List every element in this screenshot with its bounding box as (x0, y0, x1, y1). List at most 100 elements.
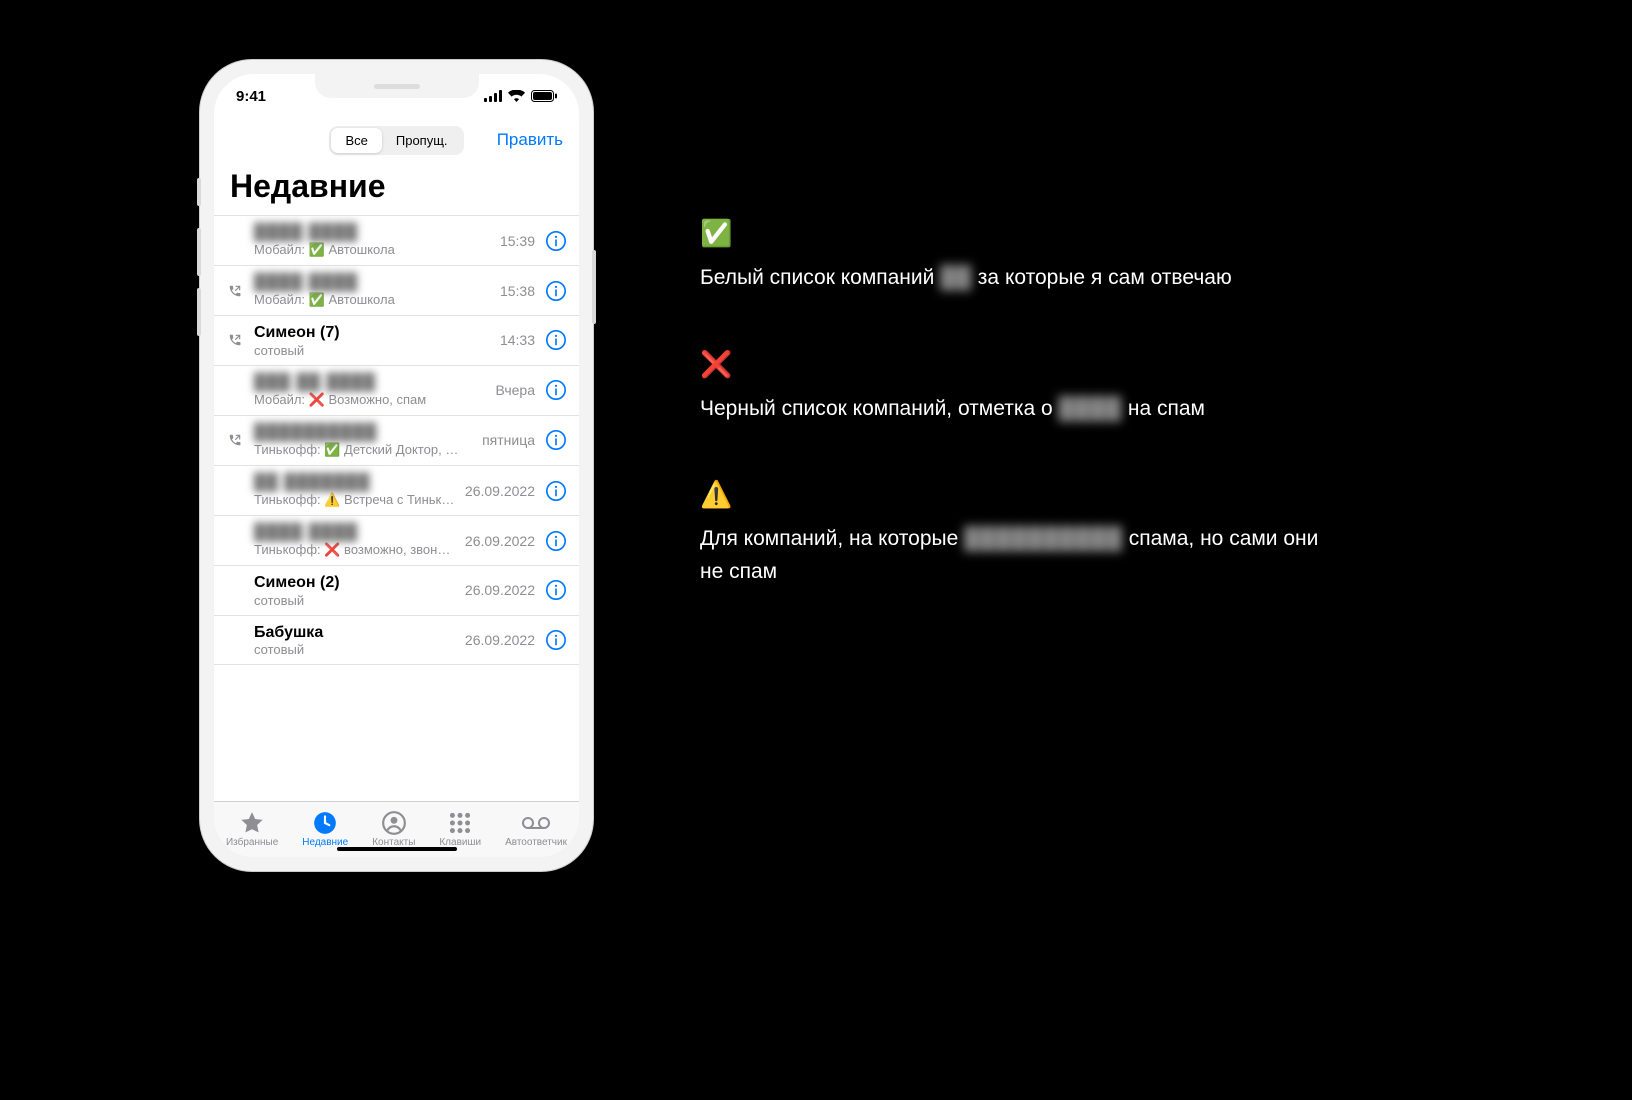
info-button[interactable] (545, 230, 567, 252)
call-name: Бабушка (254, 623, 455, 642)
call-row[interactable]: ████ ████Мобайл: ✅ Автошкола 15:38 (214, 266, 579, 316)
call-row[interactable]: Симеон (7)сотовый 14:33 (214, 316, 579, 365)
home-indicator[interactable] (337, 847, 457, 851)
call-row[interactable]: ██ ███████Тинькофф: ⚠️ Встреча с Тинько…… (214, 466, 579, 516)
clock-icon (312, 810, 338, 836)
phone-frame: 9:41 Все Пропущ. (200, 60, 593, 871)
mute-switch (197, 178, 201, 206)
call-subtitle: Тинькофф: ⚠️ Встреча с Тинько… (254, 492, 455, 508)
segment-missed[interactable]: Пропущ. (382, 128, 462, 153)
legend-item-bad: ❌ Черный список компаний, отметка о ████… (700, 351, 1320, 426)
call-text-column: ████ ████Тинькофф: ❌ возможно, звонят… (254, 523, 455, 558)
call-subtitle: Тинькофф: ✅ Детский Доктор, Мед… (254, 442, 464, 458)
info-button[interactable] (545, 329, 567, 351)
battery-icon (531, 90, 557, 102)
tab-label: Контакты (372, 837, 415, 848)
wifi-icon (508, 90, 525, 102)
call-name: ████ ████ (254, 273, 490, 292)
tab-label: Недавние (302, 837, 348, 848)
voicemail-icon (521, 810, 551, 836)
call-time: 26.09.2022 (465, 533, 535, 549)
check-icon: ✅ (700, 220, 1320, 246)
tab-label: Избранные (226, 837, 278, 848)
page-title: Недавние (214, 162, 579, 215)
call-subtitle: Тинькофф: ❌ возможно, звонят… (254, 542, 455, 558)
status-time: 9:41 (236, 88, 266, 105)
call-name: ████ ████ (254, 223, 490, 242)
tab-label: Клавиши (439, 837, 481, 848)
tab-keypad[interactable]: Клавиши (439, 810, 481, 848)
call-subtitle: Мобайл: ❌ Возможно, спам (254, 392, 464, 408)
call-text-column: Симеон (2)сотовый (254, 573, 455, 607)
call-name: ████ ████ (254, 523, 455, 542)
legend-text: Белый список компаний ██ за которые я са… (700, 262, 1320, 295)
call-row[interactable]: Симеон (2)сотовый 26.09.2022 (214, 566, 579, 615)
top-nav: Все Пропущ. Править (214, 118, 579, 162)
call-subtitle: сотовый (254, 343, 464, 358)
call-text-column: ██████████Тинькофф: ✅ Детский Доктор, Ме… (254, 423, 472, 458)
warning-icon: ⚠️ (700, 481, 1320, 507)
legend-item-ok: ✅ Белый список компаний ██ за которые я … (700, 220, 1320, 295)
legend: ✅ Белый список компаний ██ за которые я … (700, 220, 1320, 644)
call-row[interactable]: ██████████Тинькофф: ✅ Детский Доктор, Ме… (214, 416, 579, 466)
info-button[interactable] (545, 429, 567, 451)
call-row[interactable]: Бабушкасотовый 26.09.2022 (214, 616, 579, 665)
call-row[interactable]: ████ ████Тинькофф: ❌ возможно, звонят… 26… (214, 516, 579, 566)
volume-down-button (197, 288, 201, 336)
keypad-icon (447, 810, 473, 836)
call-text-column: ███ ██ ████Мобайл: ❌ Возможно, спам (254, 373, 485, 408)
tab-label: Автоответчик (505, 837, 567, 848)
notch (315, 74, 479, 98)
call-time: 26.09.2022 (465, 483, 535, 499)
tab-contacts[interactable]: Контакты (372, 810, 415, 848)
segment-all[interactable]: Все (331, 128, 381, 153)
call-time: 15:39 (500, 233, 535, 249)
info-button[interactable] (545, 379, 567, 401)
volume-up-button (197, 228, 201, 276)
tab-favorites[interactable]: Избранные (226, 810, 278, 848)
recent-calls-list[interactable]: ████ ████Мобайл: ✅ Автошкола15:39████ ██… (214, 215, 579, 801)
call-time: пятница (482, 432, 535, 448)
call-name: ██ ███████ (254, 473, 455, 492)
outgoing-call-icon (226, 284, 244, 298)
cross-icon: ❌ (700, 351, 1320, 377)
call-subtitle: Мобайл: ✅ Автошкола (254, 242, 464, 258)
info-button[interactable] (545, 530, 567, 552)
call-text-column: ████ ████Мобайл: ✅ Автошкола (254, 273, 490, 308)
legend-text: Для компаний, на которые ██████████ спам… (700, 523, 1320, 588)
info-button[interactable] (545, 579, 567, 601)
call-row[interactable]: ████ ████Мобайл: ✅ Автошкола 15:39 (214, 216, 579, 266)
legend-text: Черный список компаний, отметка о ████ н… (700, 393, 1320, 426)
call-name: ███ ██ ████ (254, 373, 485, 392)
edit-button[interactable]: Править (497, 130, 563, 150)
call-time: 15:38 (500, 283, 535, 299)
call-subtitle: сотовый (254, 642, 455, 657)
power-button (592, 250, 596, 324)
call-row[interactable]: ███ ██ ████Мобайл: ❌ Возможно, спам Вчера (214, 366, 579, 416)
call-text-column: ██ ███████Тинькофф: ⚠️ Встреча с Тинько… (254, 473, 455, 508)
call-name: Симеон (2) (254, 573, 455, 592)
tab-recents[interactable]: Недавние (302, 810, 348, 848)
call-time: Вчера (495, 382, 535, 398)
call-time: 14:33 (500, 332, 535, 348)
call-time: 26.09.2022 (465, 632, 535, 648)
call-text-column: Бабушкасотовый (254, 623, 455, 657)
info-button[interactable] (545, 629, 567, 651)
outgoing-call-icon (226, 333, 244, 347)
info-button[interactable] (545, 480, 567, 502)
call-time: 26.09.2022 (465, 582, 535, 598)
info-button[interactable] (545, 280, 567, 302)
tab-voicemail[interactable]: Автоответчик (505, 810, 567, 848)
legend-item-warn: ⚠️ Для компаний, на которые ██████████ с… (700, 481, 1320, 588)
segmented-control: Все Пропущ. (329, 126, 463, 155)
cellular-icon (484, 90, 502, 102)
call-text-column: Симеон (7)сотовый (254, 323, 490, 357)
outgoing-call-icon (226, 433, 244, 447)
call-subtitle: сотовый (254, 593, 455, 608)
person-icon (381, 810, 407, 836)
call-name: ██████████ (254, 423, 472, 442)
call-name: Симеон (7) (254, 323, 490, 342)
star-icon (239, 810, 265, 836)
phone-screen: 9:41 Все Пропущ. (214, 74, 579, 857)
call-subtitle: Мобайл: ✅ Автошкола (254, 292, 464, 308)
